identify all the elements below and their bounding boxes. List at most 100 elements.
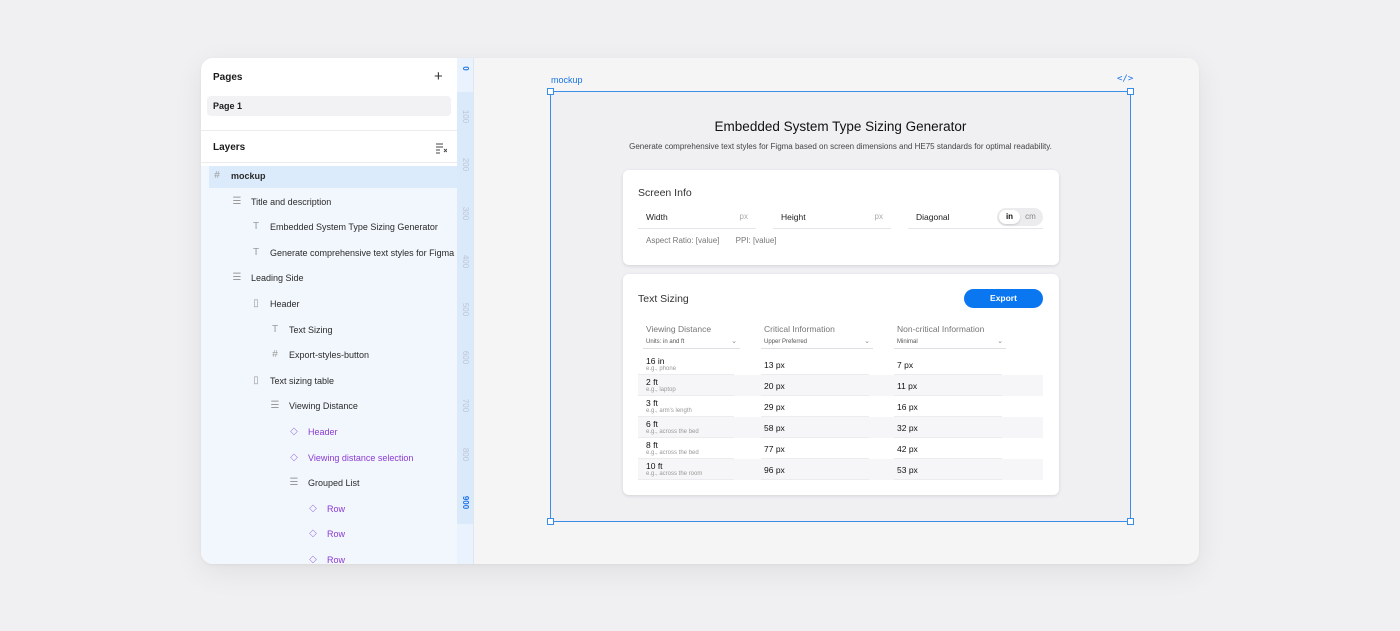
viewing-distance-value: 3 ft [646, 398, 658, 408]
table-row: 2 ft e.g., laptop 20 px 11 px [638, 375, 1043, 396]
height-field[interactable]: Height px [773, 207, 891, 229]
unit-in-option[interactable]: in [999, 210, 1020, 224]
height-label: Height [781, 212, 806, 222]
column-header-critical: Critical Information [764, 324, 835, 334]
text-sizing-card: Text Sizing Export Viewing Distance Crit… [623, 274, 1059, 495]
sort-layers-icon[interactable] [435, 142, 447, 154]
layer-item[interactable]: T Embedded System Type Sizing Generator [201, 217, 457, 239]
layer-item[interactable]: ☰ Leading Side [201, 268, 457, 290]
text-icon: T [252, 221, 260, 233]
screen-info-title: Screen Info [638, 187, 692, 199]
layer-item[interactable]: ◇ Row [201, 499, 457, 521]
unit-cm-option[interactable]: cm [1020, 210, 1041, 224]
layer-item[interactable]: ☰ Title and description [201, 192, 457, 214]
units-select[interactable]: Units: in and ft ⌄ [643, 337, 740, 349]
component-icon: ◇ [290, 451, 298, 463]
critical-size-value: 29 px [764, 402, 785, 412]
layer-item-label: Row [327, 529, 346, 540]
critical-select-value: Upper Preferred [764, 339, 808, 345]
layer-item-label: Title and description [251, 196, 332, 207]
viewing-distance-example: e.g., across the bed [646, 450, 699, 456]
frame-icon: # [272, 349, 278, 361]
horizontal-layout-icon: ▯ [253, 298, 259, 309]
auto-layout-icon: ☰ [232, 272, 242, 284]
frame-name-label[interactable]: mockup [551, 75, 583, 85]
critical-size-value: 58 px [764, 423, 785, 433]
noncritical-size-value: 7 px [897, 360, 914, 370]
noncritical-select-value: Minimal [897, 339, 918, 345]
plus-icon[interactable]: + [434, 69, 443, 84]
code-icon[interactable]: </> [1117, 74, 1133, 84]
divider [201, 162, 457, 163]
ruler-tick-label: 600 [461, 351, 470, 365]
layer-item[interactable]: ☰ Grouped List [201, 473, 457, 495]
ruler-tick-label: 100 [461, 110, 470, 124]
layer-item-label: Row [327, 555, 346, 564]
chevron-down-icon: ⌄ [864, 338, 870, 345]
resize-handle-top-right[interactable] [1127, 88, 1134, 95]
column-header-viewing-distance: Viewing Distance [646, 324, 712, 334]
layer-item-label: mockup [231, 171, 266, 181]
noncritical-select[interactable]: Minimal ⌄ [894, 337, 1006, 349]
unit-toggle[interactable]: in cm [997, 208, 1043, 226]
layer-item[interactable]: ▯ Header [201, 294, 457, 316]
table-row: 10 ft e.g., across the room 96 px 53 px [638, 459, 1043, 480]
canvas[interactable]: mockup </> Embedded System Type Sizing G… [474, 58, 1199, 564]
resize-handle-bottom-right[interactable] [1127, 518, 1134, 525]
ruler-tick-label: 400 [461, 254, 470, 268]
ruler-tick-label: 800 [461, 447, 470, 461]
viewing-distance-value: 8 ft [646, 440, 658, 450]
resize-handle-top-left[interactable] [547, 88, 554, 95]
aspect-ratio-text: Aspect Ratio: [value] [646, 236, 720, 245]
ruler-tick-label: 300 [461, 206, 470, 220]
layer-item[interactable]: # Export-styles-button [201, 345, 457, 367]
layer-item-label: Export-styles-button [289, 350, 370, 361]
text-sizing-title: Text Sizing [638, 293, 689, 305]
export-button[interactable]: Export [964, 289, 1043, 308]
layer-list: # mockup ☰ Title and description T Embedded S… [201, 166, 457, 564]
viewing-distance-example: e.g., laptop [646, 387, 676, 393]
noncritical-size-value: 53 px [897, 465, 918, 475]
text-icon: T [271, 323, 279, 335]
page-item-current[interactable]: Page 1 [207, 96, 451, 116]
chevron-down-icon: ⌄ [731, 338, 737, 345]
divider [201, 130, 457, 131]
layer-item[interactable]: ◇ Viewing distance selection [201, 448, 457, 470]
component-icon: ◇ [309, 528, 317, 540]
layer-item-label: Text Sizing [289, 324, 333, 335]
ruler-tick-label: 200 [461, 158, 470, 172]
layer-item[interactable]: T Generate comprehensive text styles for … [201, 243, 457, 265]
layer-item[interactable]: ▯ Text sizing table [201, 371, 457, 393]
component-icon: ◇ [309, 502, 317, 514]
critical-select[interactable]: Upper Preferred ⌄ [761, 337, 873, 349]
layer-item[interactable]: ◇ Row [201, 524, 457, 546]
viewing-distance-example: e.g., arm's length [646, 408, 692, 414]
width-unit: px [739, 212, 748, 221]
app-window: Pages + Page 1 Layers # mockup ☰ Title and … [201, 58, 1199, 564]
layer-item[interactable]: # mockup [209, 166, 457, 188]
width-label: Width [646, 212, 668, 222]
screen-info-card: Screen Info Width px Height px Diagonal … [623, 170, 1059, 265]
viewing-distance-example: e.g., across the bed [646, 429, 699, 435]
ppi-text: PPI: [value] [735, 236, 777, 245]
ruler-tick-label: 500 [461, 302, 470, 317]
ruler-tick-label: 0 [461, 66, 470, 71]
layer-item-label: Header [308, 427, 338, 437]
resize-handle-bottom-left[interactable] [547, 518, 554, 525]
row-divider [894, 479, 1002, 480]
critical-size-value: 96 px [764, 465, 785, 475]
layer-item[interactable]: T Text Sizing [201, 320, 457, 342]
layer-item[interactable]: ◇ Header [201, 422, 457, 444]
layer-item-label: Text sizing table [270, 375, 335, 386]
mockup-frame[interactable]: Embedded System Type Sizing Generator Ge… [547, 88, 1134, 525]
width-field[interactable]: Width px [638, 207, 756, 229]
row-divider [638, 479, 734, 480]
critical-size-value: 13 px [764, 360, 785, 370]
layer-item-label: Row [327, 503, 346, 514]
layer-item[interactable]: ◇ Row [201, 550, 457, 564]
viewing-distance-example: e.g., across the room [646, 471, 703, 477]
chevron-down-icon: ⌄ [997, 338, 1003, 345]
layer-item[interactable]: ☰ Viewing Distance [201, 396, 457, 418]
component-icon: ◇ [290, 426, 298, 437]
page-title: Embedded System Type Sizing Generator [714, 119, 967, 134]
